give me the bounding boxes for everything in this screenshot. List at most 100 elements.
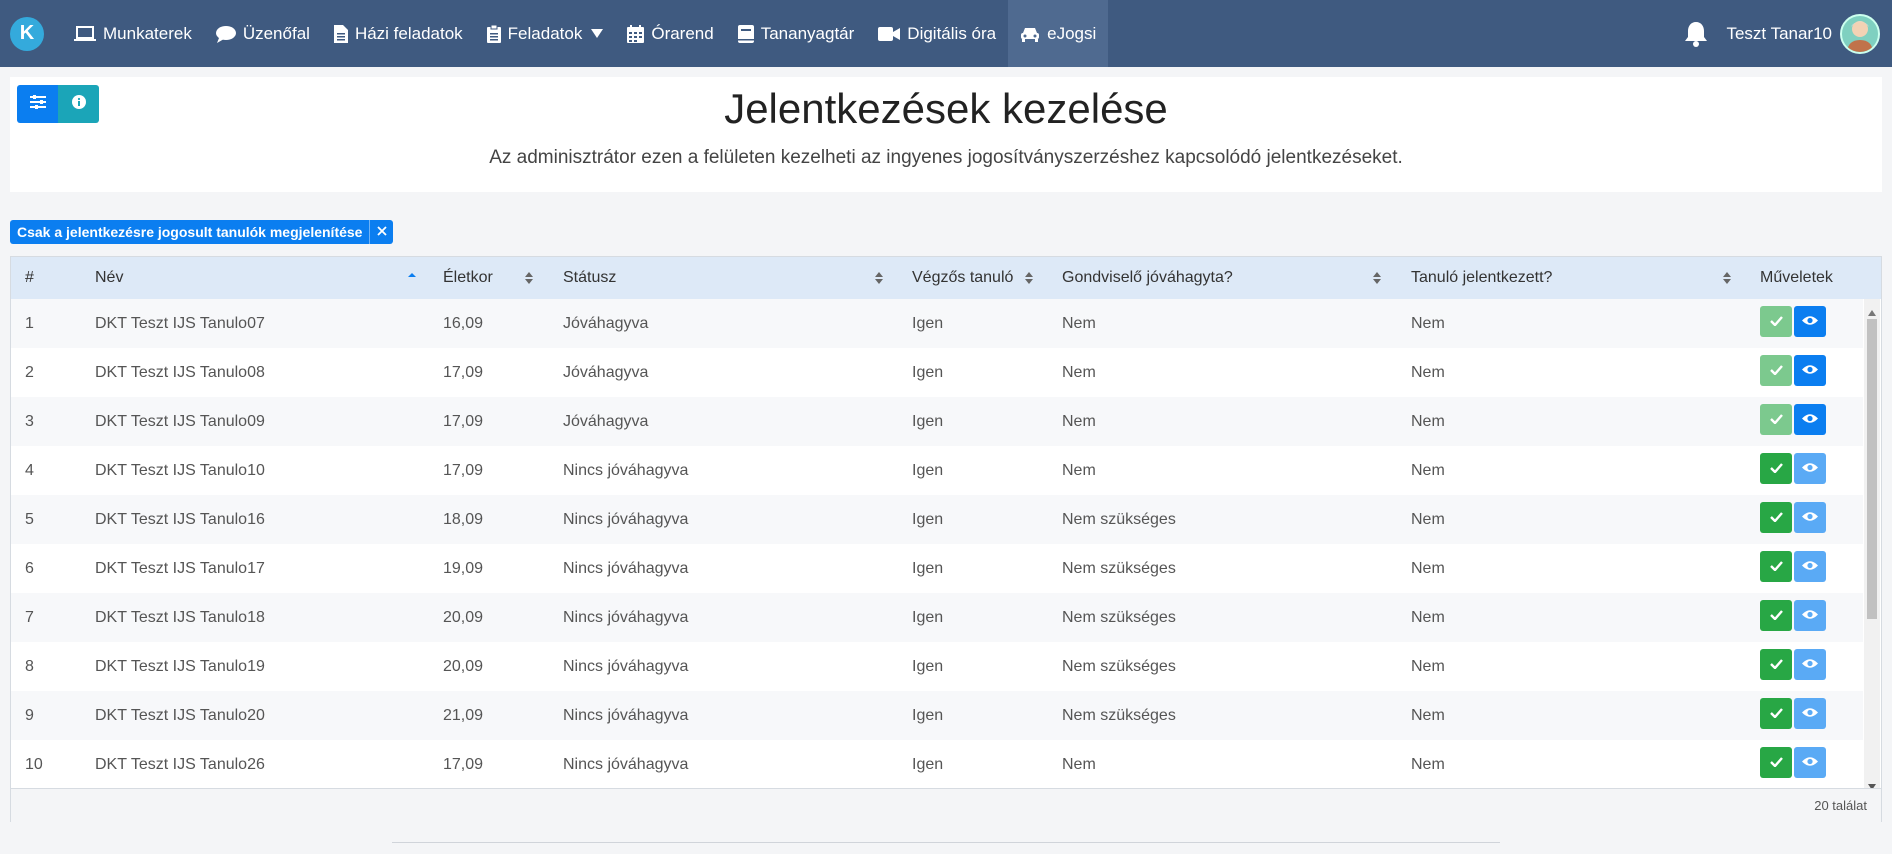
cell-text: Igen: [912, 706, 944, 724]
view-button[interactable]: [1794, 600, 1826, 631]
check-icon: [1769, 656, 1783, 674]
cell-number: 7: [25, 593, 34, 642]
view-button[interactable]: [1794, 355, 1826, 386]
column-header-label: Gondviselő jóváhagyta?: [1062, 269, 1233, 286]
table-footer: 20 találat: [11, 788, 1881, 822]
cell-text: Igen: [912, 461, 944, 479]
table-row: 4 DKT Teszt IJS Tanulo10 17,09 Nincs jóváha…: [11, 446, 1863, 495]
nav-item-label: Tananyagtár: [760, 23, 855, 43]
sort-icon[interactable]: [1024, 270, 1034, 286]
user-name[interactable]: Teszt Tanar10: [1726, 24, 1832, 44]
column-header-student-applied[interactable]: Tanuló jelentkezett?: [1411, 257, 1552, 299]
view-button[interactable]: [1794, 551, 1826, 582]
view-button[interactable]: [1794, 404, 1826, 435]
cell-number: 10: [25, 740, 43, 788]
cell-student-applied: Nem: [1411, 446, 1445, 495]
app-logo[interactable]: K: [10, 16, 44, 51]
cell-age: 20,09: [443, 593, 483, 642]
nav-item-tananyagtar[interactable]: Tananyagtár: [726, 0, 867, 67]
check-icon: [1769, 411, 1783, 429]
cell-guardian-approved: Nem szükséges: [1062, 642, 1176, 691]
approve-button[interactable]: [1760, 649, 1792, 680]
cell-student-applied: Nem: [1411, 642, 1445, 691]
page-subtitle: Az adminisztrátor ezen a felületen kezel…: [489, 147, 1403, 168]
column-header-final-year[interactable]: Végzős tanuló: [912, 257, 1013, 299]
top-navbar: K Munkaterek Üzenőfal Házi feladatok Fel…: [0, 0, 1892, 67]
column-header-guardian-approved[interactable]: Gondviselő jóváhagyta?: [1062, 257, 1233, 299]
filter-chip-remove-button[interactable]: [369, 220, 394, 244]
sort-icon[interactable]: [874, 270, 884, 286]
column-header-name[interactable]: Név: [95, 257, 123, 299]
cell-number: 9: [25, 691, 34, 740]
approve-button[interactable]: [1760, 698, 1792, 729]
cell-status: Nincs jóváhagyva: [563, 544, 688, 593]
sort-asc-icon[interactable]: [407, 270, 417, 286]
nav-item-digitalis-ora[interactable]: Digitális óra: [866, 0, 1008, 67]
cell-guardian-approved: Nem szükséges: [1062, 495, 1176, 544]
nav-item-ejogsi[interactable]: eJogsi: [1008, 0, 1109, 67]
cell-text: Nem: [1411, 363, 1445, 381]
check-icon: [1769, 705, 1783, 723]
approve-button[interactable]: [1760, 747, 1792, 778]
view-button[interactable]: [1794, 698, 1826, 729]
nav-item-orarend[interactable]: Órarend: [615, 0, 725, 67]
nav-item-uzenofal[interactable]: Üzenőfal: [204, 0, 322, 67]
cell-final-year: Igen: [912, 642, 943, 691]
approve-button[interactable]: [1760, 404, 1792, 435]
cell-text: Nem: [1062, 363, 1096, 381]
check-icon: [1769, 754, 1783, 772]
avatar[interactable]: [1840, 13, 1880, 54]
scrollbar-thumb[interactable]: [1867, 319, 1877, 619]
table-scrollbar[interactable]: [1864, 299, 1880, 790]
eye-icon: [1802, 362, 1818, 380]
cell-final-year: Igen: [912, 544, 943, 593]
approve-button[interactable]: [1760, 355, 1792, 386]
cell-name: DKT Teszt IJS Tanulo26: [95, 740, 265, 788]
column-header-status[interactable]: Státusz: [563, 257, 616, 299]
column-header-age[interactable]: Életkor: [443, 257, 493, 299]
approve-button[interactable]: [1760, 502, 1792, 533]
cell-final-year: Igen: [912, 348, 943, 397]
view-button[interactable]: [1794, 502, 1826, 533]
book-icon: [737, 24, 754, 43]
table-row: 10 DKT Teszt IJS Tanulo26 17,09 Nincs jóváh…: [11, 740, 1863, 788]
eye-icon: [1802, 509, 1818, 527]
view-button[interactable]: [1794, 453, 1826, 484]
cell-number: 1: [25, 299, 34, 348]
approve-button[interactable]: [1760, 551, 1792, 582]
cell-text: Nincs jóváhagyva: [563, 510, 689, 528]
cell-text: DKT Teszt IJS Tanulo26: [95, 755, 265, 773]
view-button[interactable]: [1794, 747, 1826, 778]
cell-text: Jóváhagyva: [563, 412, 649, 430]
cell-name: DKT Teszt IJS Tanulo20: [95, 691, 265, 740]
cell-text: 1: [25, 314, 34, 332]
nav-item-feladatok[interactable]: Feladatok: [475, 0, 616, 67]
eye-icon: [1802, 656, 1818, 674]
nav-item-munkaterek[interactable]: Munkaterek: [62, 0, 204, 67]
view-button[interactable]: [1794, 649, 1826, 680]
approve-button[interactable]: [1760, 600, 1792, 631]
filter-chip-label: Csak a jelentkezésre jogosult tanulók me…: [10, 220, 370, 244]
view-button[interactable]: [1794, 306, 1826, 337]
bell-icon[interactable]: [1684, 21, 1708, 47]
sort-icon[interactable]: [1372, 270, 1382, 286]
sort-icon[interactable]: [524, 270, 534, 286]
cell-age: 17,09: [443, 348, 483, 397]
approve-button[interactable]: [1760, 453, 1792, 484]
cell-name: DKT Teszt IJS Tanulo17: [95, 544, 265, 593]
cell-number: 2: [25, 348, 34, 397]
sort-icon[interactable]: [1722, 270, 1732, 286]
cell-text: 16,09: [443, 314, 484, 332]
approve-button[interactable]: [1760, 306, 1792, 337]
cell-age: 21,09: [443, 691, 483, 740]
header-card: Jelentkezések kezelése Az adminisztrátor…: [10, 77, 1882, 192]
cell-text: Nem: [1411, 657, 1445, 675]
cell-text: Nincs jóváhagyva: [563, 657, 689, 675]
cell-text: 6: [25, 559, 34, 577]
cell-text: DKT Teszt IJS Tanulo18: [95, 608, 265, 626]
cell-guardian-approved: Nem szükséges: [1062, 544, 1176, 593]
cell-guardian-approved: Nem: [1062, 299, 1096, 348]
cell-student-applied: Nem: [1411, 593, 1445, 642]
nav-item-hazi-feladatok[interactable]: Házi feladatok: [322, 0, 475, 67]
cell-text: Igen: [912, 510, 944, 528]
